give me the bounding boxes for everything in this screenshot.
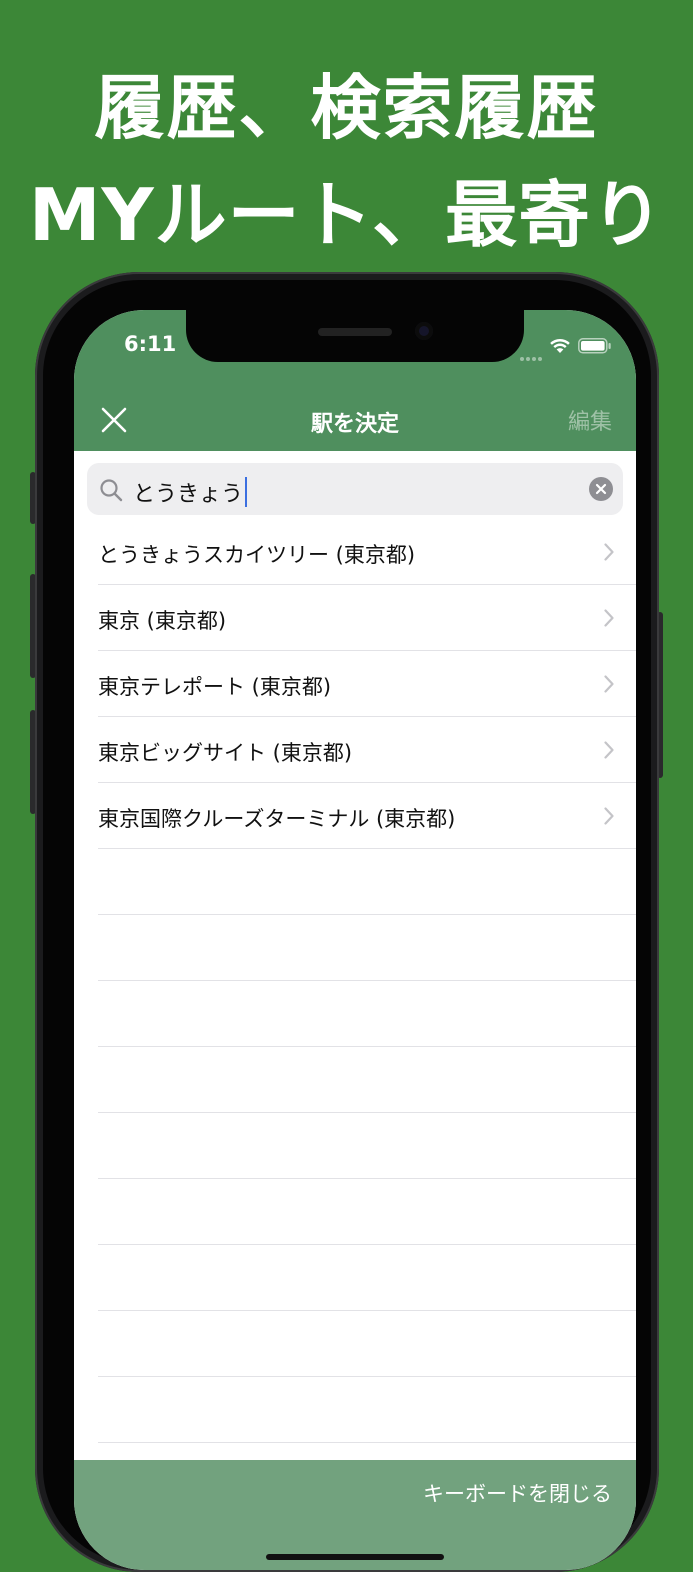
phone-bezel: 6:11 駅を決定 編集 とうきょう とうきょうスカイツリー (東京都) 東京 …: [43, 280, 651, 1570]
search-value: とうきょう: [133, 476, 248, 508]
chevron-right-icon: [604, 675, 614, 697]
result-label: 東京 (東京都): [98, 609, 227, 633]
dismiss-keyboard-button[interactable]: キーボードを閉じる: [423, 1478, 612, 1508]
clear-search-button[interactable]: [589, 477, 613, 501]
headline-line1: 履歴、検索履歴: [94, 67, 599, 149]
empty-row: [98, 1179, 636, 1245]
empty-row: [98, 849, 636, 915]
home-indicator: [266, 1554, 444, 1560]
phone-frame: 6:11 駅を決定 編集 とうきょう とうきょうスカイツリー (東京都) 東京 …: [35, 272, 659, 1572]
empty-row: [98, 1377, 636, 1443]
result-row[interactable]: 東京ビッグサイト (東京都): [98, 717, 636, 783]
status-time: 6:11: [124, 332, 177, 356]
keyboard-toolbar: キーボードを閉じる: [74, 1460, 636, 1570]
empty-row: [98, 981, 636, 1047]
chevron-right-icon: [604, 741, 614, 763]
result-row[interactable]: 東京国際クルーズターミナル (東京都): [98, 783, 636, 849]
result-row[interactable]: とうきょうスカイツリー (東京都): [98, 519, 636, 585]
empty-row: [98, 1245, 636, 1311]
earpiece-speaker: [318, 328, 392, 336]
result-label: 東京テレポート (東京都): [98, 675, 332, 699]
notch: [186, 310, 524, 362]
headline-line2: MYルート、最寄り: [28, 173, 665, 257]
result-label: 東京国際クルーズターミナル (東京都): [98, 807, 456, 831]
page-title: 駅を決定: [310, 412, 399, 437]
front-camera: [415, 322, 433, 340]
result-row[interactable]: 東京テレポート (東京都): [98, 651, 636, 717]
cellular-signal-icon: [520, 346, 544, 365]
empty-row: [98, 1113, 636, 1179]
result-label: とうきょうスカイツリー (東京都): [98, 543, 416, 567]
wifi-icon: [548, 336, 572, 358]
search-icon: [99, 478, 123, 506]
battery-icon: [578, 338, 612, 358]
chevron-right-icon: [604, 807, 614, 829]
empty-row: [98, 1311, 636, 1377]
chevron-right-icon: [604, 609, 614, 631]
clear-icon: [595, 483, 607, 495]
app-screen: 6:11 駅を決定 編集 とうきょう とうきょうスカイツリー (東京都) 東京 …: [74, 310, 636, 1570]
search-input[interactable]: とうきょう: [87, 463, 623, 515]
edit-button[interactable]: 編集: [568, 404, 612, 436]
text-caret: [245, 477, 248, 507]
station-result-list: とうきょうスカイツリー (東京都) 東京 (東京都) 東京テレポート (東京都)…: [74, 519, 636, 1443]
chevron-right-icon: [604, 543, 614, 565]
result-row[interactable]: 東京 (東京都): [98, 585, 636, 651]
empty-row: [98, 915, 636, 981]
result-label: 東京ビッグサイト (東京都): [98, 741, 353, 765]
empty-row: [98, 1047, 636, 1113]
search-query: とうきょう: [133, 482, 244, 507]
